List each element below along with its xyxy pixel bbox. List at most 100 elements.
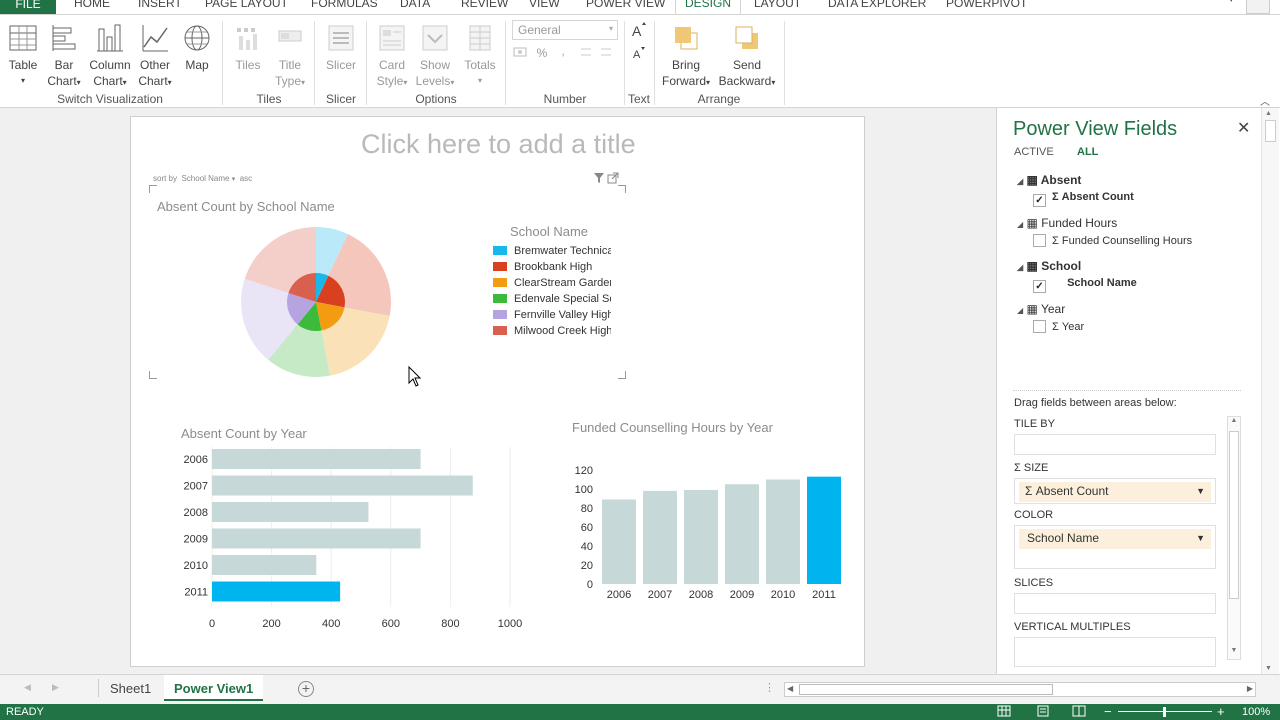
zoom-slider-thumb[interactable] bbox=[1163, 707, 1166, 717]
page-layout-view-icon[interactable] bbox=[1036, 705, 1050, 720]
decrease-decimal-button[interactable] bbox=[598, 45, 614, 63]
slicer-button[interactable]: Slicer bbox=[322, 23, 360, 73]
selection-handle[interactable] bbox=[149, 185, 157, 193]
tab-powerpivot[interactable]: POWERPIVOT bbox=[946, 0, 1027, 10]
collapse-triangle-icon[interactable]: ◢ bbox=[1017, 177, 1023, 186]
panel-divider[interactable] bbox=[1013, 390, 1241, 391]
scroll-left-icon[interactable]: ◀ bbox=[24, 682, 31, 693]
column-bar[interactable] bbox=[807, 476, 841, 584]
legend-item[interactable]: Milwood Creek High bbox=[493, 325, 611, 337]
field-table-funded-hours[interactable]: ◢ ▦ Funded Hours bbox=[1017, 216, 1117, 230]
add-sheet-icon[interactable]: + bbox=[298, 681, 314, 697]
column-bar[interactable] bbox=[684, 489, 718, 584]
legend-item[interactable]: ClearStream Gardens bbox=[493, 277, 611, 289]
field-table-school[interactable]: ◢ ▦ School bbox=[1017, 259, 1081, 273]
sheet-tab-sheet1[interactable]: Sheet1 bbox=[100, 675, 161, 701]
normal-view-icon[interactable] bbox=[997, 705, 1011, 720]
column-bar[interactable] bbox=[643, 490, 677, 584]
bring-forward-button[interactable]: Bring Forward▾ bbox=[660, 23, 712, 91]
field-table-year[interactable]: ◢ ▦ Year bbox=[1017, 302, 1065, 316]
size-field-chip[interactable]: Σ Absent Count ▼ bbox=[1019, 482, 1211, 502]
areas-scrollbar[interactable]: ▲ ▼ bbox=[1227, 416, 1241, 660]
scroll-down-icon[interactable]: ▼ bbox=[1228, 647, 1240, 659]
tile-type-button[interactable]: Title Type▾ bbox=[272, 23, 308, 91]
absent-by-year-bar-chart[interactable]: 0 200 400 600 800 1000 2006 2007 2008 2009 2010 201… bbox=[171, 447, 531, 637]
tab-home[interactable]: HOME bbox=[74, 0, 110, 10]
sort-control[interactable]: sort by School Name ▾ asc bbox=[153, 174, 252, 183]
column-bar[interactable] bbox=[725, 484, 759, 584]
zoom-level[interactable]: 100% bbox=[1242, 706, 1270, 718]
selection-handle[interactable] bbox=[149, 371, 157, 379]
bar-chart-button[interactable]: Bar Chart▾ bbox=[44, 23, 84, 91]
tab-data-explorer[interactable]: DATA EXPLORER bbox=[828, 0, 926, 10]
show-levels-button[interactable]: Show Levels▾ bbox=[414, 23, 456, 91]
scrollbar-thumb[interactable] bbox=[1229, 431, 1239, 599]
tab-design[interactable]: DESIGN bbox=[675, 0, 742, 14]
tab-power-view[interactable]: POWER VIEW bbox=[586, 0, 665, 10]
panel-scrollbar[interactable]: ▲ ▼ bbox=[1261, 108, 1279, 674]
field-checkbox[interactable] bbox=[1033, 320, 1046, 333]
column-bar[interactable] bbox=[602, 499, 636, 584]
legend-item[interactable]: Edenvale Special School bbox=[493, 293, 611, 305]
totals-button[interactable]: Totals ▾ bbox=[460, 23, 500, 89]
send-backward-button[interactable]: Send Backward▾ bbox=[716, 23, 778, 91]
bar[interactable] bbox=[212, 502, 369, 522]
close-icon[interactable]: ✕ bbox=[1237, 118, 1250, 138]
number-format-select[interactable]: General ▾ bbox=[512, 20, 618, 40]
comma-format-button[interactable]: , bbox=[556, 43, 570, 59]
field-table-absent[interactable]: ◢ ▦ Absent bbox=[1017, 173, 1081, 187]
zoom-out-icon[interactable]: − bbox=[1104, 704, 1112, 719]
slices-drop-area[interactable] bbox=[1014, 593, 1216, 614]
tab-formulas[interactable]: FORMULAS bbox=[311, 0, 378, 10]
bar[interactable] bbox=[212, 581, 341, 602]
legend-item[interactable]: Bremwater Technical bbox=[493, 245, 611, 257]
scrollbar-thumb[interactable] bbox=[1265, 120, 1276, 142]
tab-view[interactable]: VIEW bbox=[529, 0, 560, 10]
tab-all-fields[interactable]: ALL bbox=[1077, 146, 1098, 158]
tab-page-layout[interactable]: PAGE LAYOUT bbox=[205, 0, 288, 10]
tab-data[interactable]: DATA bbox=[400, 0, 430, 10]
other-chart-button[interactable]: Other Chart▾ bbox=[136, 23, 174, 91]
counselling-hours-column-chart[interactable]: 0 20 40 60 80 100 120 2006 2007 2008 2009 2010 2011 bbox=[561, 447, 851, 617]
bar[interactable] bbox=[212, 449, 421, 469]
tab-review[interactable]: REVIEW bbox=[461, 0, 508, 10]
field-checkbox[interactable]: ✓ bbox=[1033, 280, 1046, 293]
scroll-up-icon[interactable]: ▲ bbox=[1265, 110, 1272, 117]
title-placeholder[interactable]: Click here to add a title bbox=[361, 129, 636, 160]
column-chart-button[interactable]: Column Chart▾ bbox=[87, 23, 133, 91]
field-checkbox[interactable]: ✓ bbox=[1033, 194, 1046, 207]
ribbon-options-icon[interactable]: ▾ bbox=[1229, 0, 1234, 5]
scroll-down-icon[interactable]: ▼ bbox=[1265, 665, 1272, 672]
scroll-right-icon[interactable]: ▶ bbox=[1247, 684, 1253, 693]
tab-layout[interactable]: LAYOUT bbox=[754, 0, 801, 10]
decrease-font-button[interactable]: A bbox=[630, 45, 648, 65]
zoom-in-icon[interactable]: + bbox=[1217, 704, 1225, 719]
table-button[interactable]: Table ▾ bbox=[6, 23, 40, 89]
collapse-triangle-icon[interactable]: ◢ bbox=[1017, 306, 1023, 315]
pie-chart[interactable] bbox=[239, 225, 393, 379]
chevron-down-icon[interactable]: ▼ bbox=[1196, 533, 1205, 543]
field-checkbox[interactable] bbox=[1033, 234, 1046, 247]
tab-insert[interactable]: INSERT bbox=[138, 0, 182, 10]
collapse-triangle-icon[interactable]: ◢ bbox=[1017, 220, 1023, 229]
vertical-multiples-drop-area[interactable] bbox=[1014, 637, 1216, 667]
splitter-handle[interactable]: ⋮ bbox=[764, 681, 775, 694]
page-break-view-icon[interactable] bbox=[1072, 705, 1086, 720]
sheet-tab-power-view1[interactable]: Power View1 bbox=[164, 675, 264, 701]
tiles-button[interactable]: Tiles bbox=[230, 23, 266, 73]
column-bar[interactable] bbox=[766, 479, 800, 585]
scroll-left-icon[interactable]: ◀ bbox=[787, 684, 793, 693]
percent-format-button[interactable]: % bbox=[534, 45, 550, 61]
color-drop-area[interactable]: School Name ▼ bbox=[1014, 525, 1216, 569]
tab-file[interactable]: FILE bbox=[0, 0, 56, 14]
legend-item[interactable]: Brookbank High bbox=[493, 261, 611, 273]
tile-by-drop-area[interactable] bbox=[1014, 434, 1216, 455]
bar[interactable] bbox=[212, 555, 317, 575]
field-absent-count[interactable]: ✓ Σ Absent Count bbox=[1033, 191, 1134, 207]
field-school-name[interactable]: ✓ School Name bbox=[1033, 277, 1137, 293]
map-button[interactable]: Map bbox=[180, 23, 214, 73]
selection-handle[interactable] bbox=[618, 371, 626, 379]
user-avatar[interactable] bbox=[1246, 0, 1270, 14]
legend-item[interactable]: Fernville Valley High bbox=[493, 309, 611, 321]
bar[interactable] bbox=[212, 475, 473, 496]
